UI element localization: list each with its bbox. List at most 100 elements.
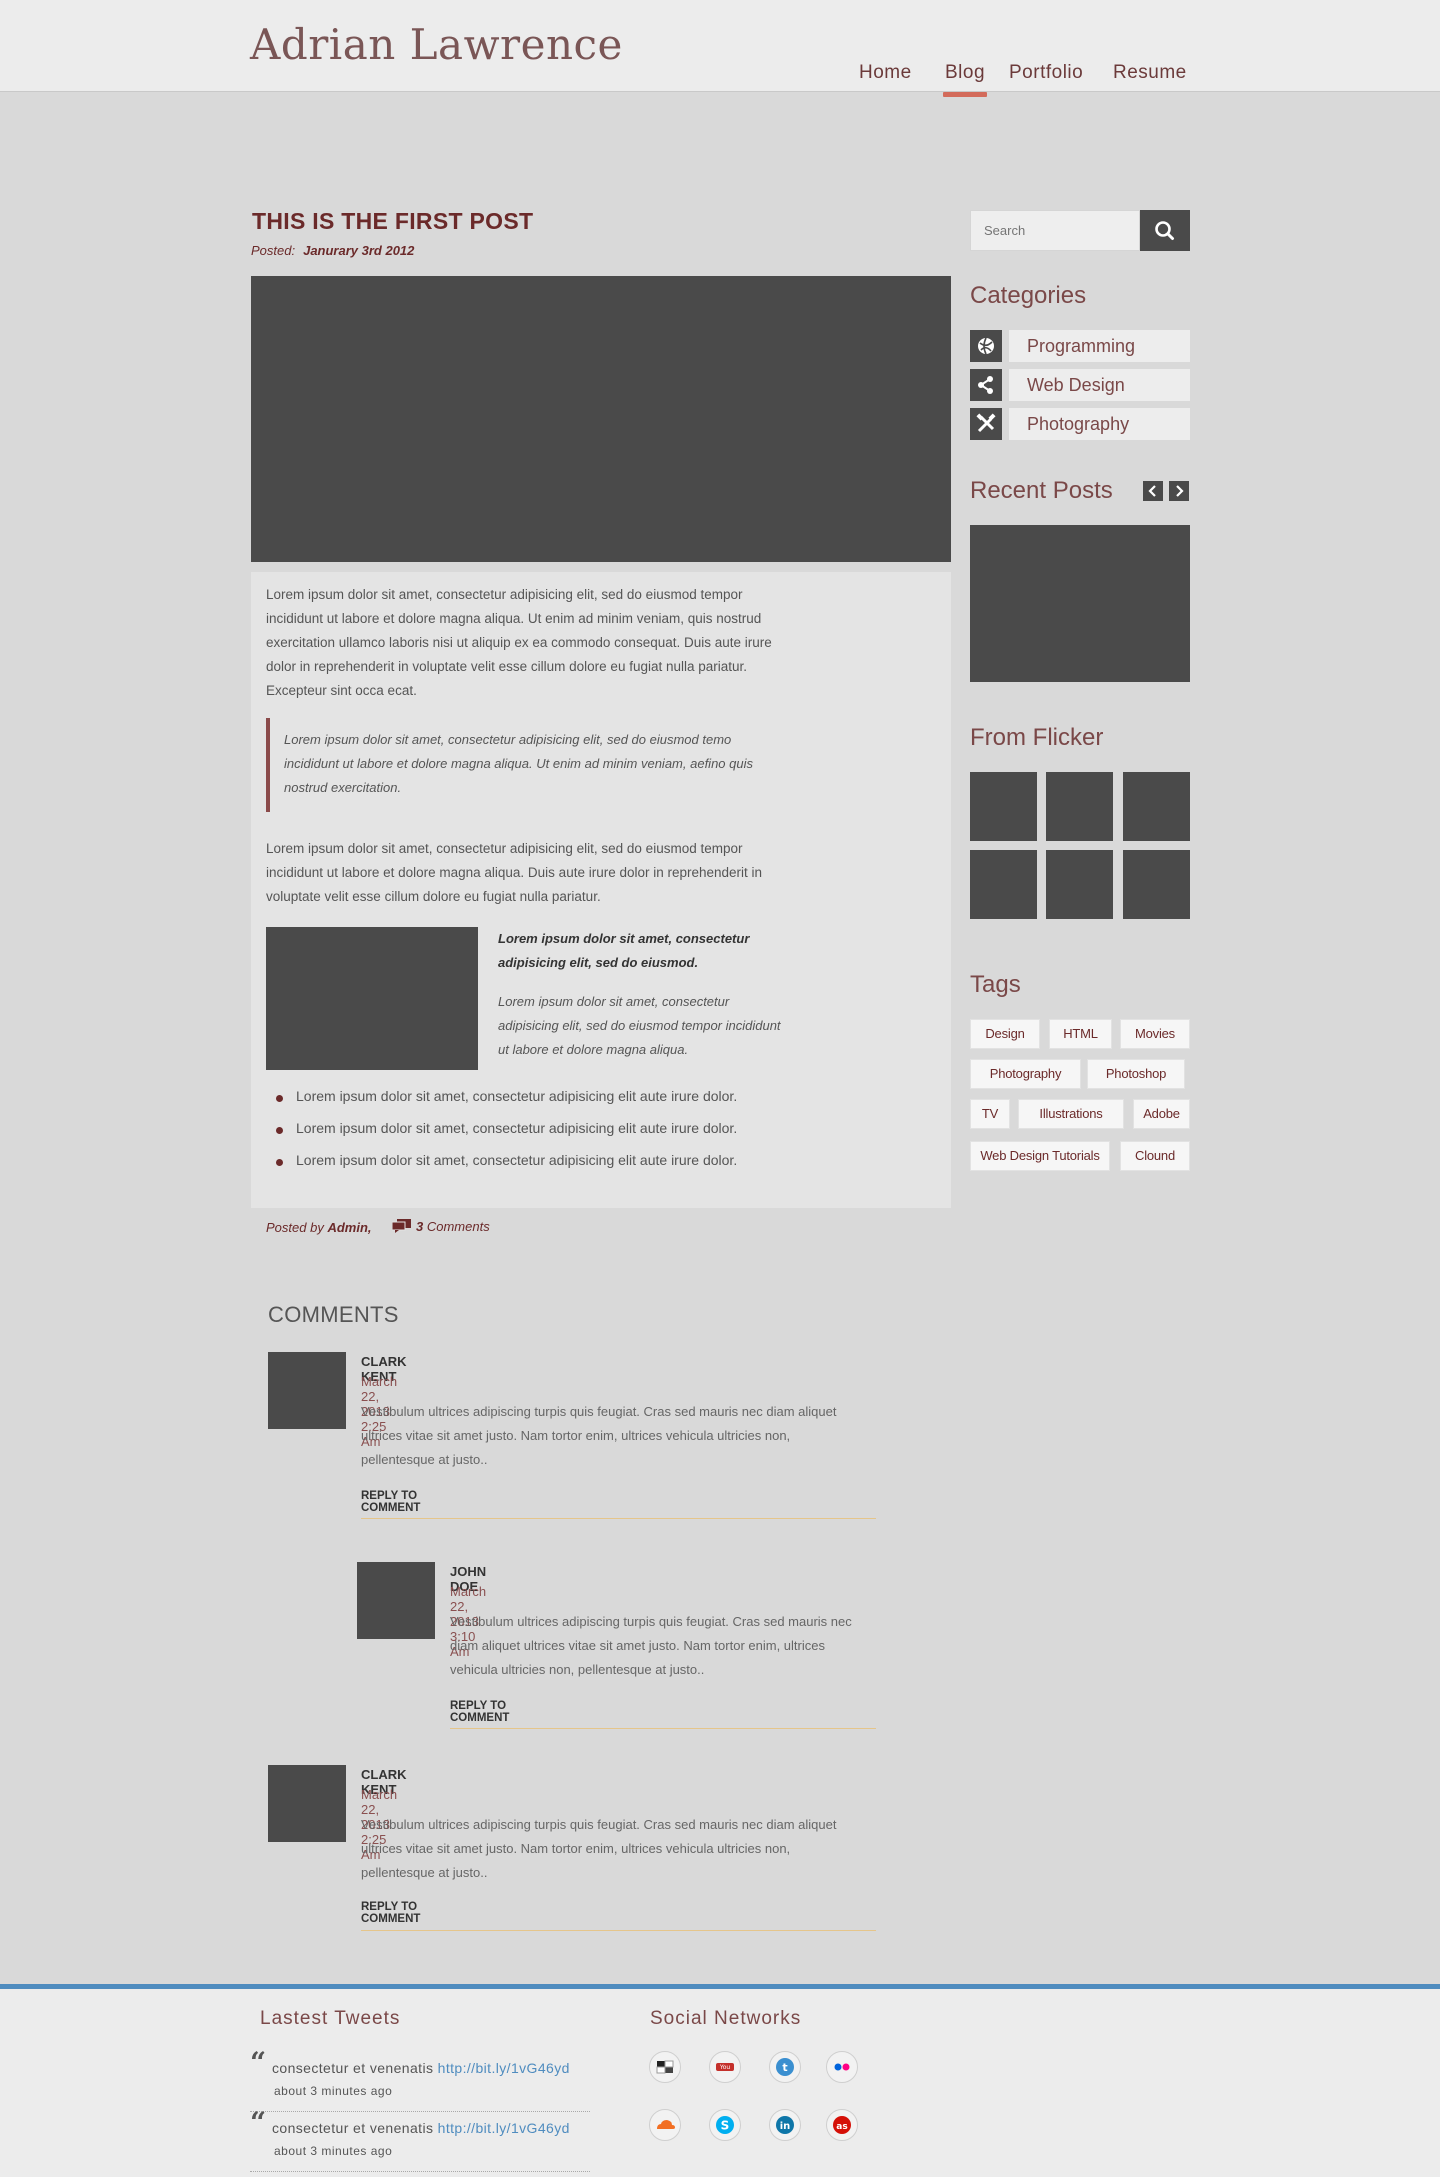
category-web-design[interactable]: Web Design bbox=[1009, 369, 1190, 401]
recent-prev-button[interactable] bbox=[1143, 481, 1163, 501]
comments-word: Comments bbox=[426, 1219, 490, 1234]
category-photography[interactable]: Photography bbox=[1009, 408, 1190, 440]
soundcloud-icon[interactable] bbox=[649, 2109, 681, 2141]
flickr-thumb[interactable] bbox=[1123, 772, 1190, 841]
linkedin-icon[interactable]: in bbox=[769, 2109, 801, 2141]
tag-illustrations[interactable]: Illustrations bbox=[1018, 1099, 1124, 1129]
post-side-bold-text: Lorem ipsum dolor sit amet, consectetur … bbox=[498, 931, 750, 970]
search-button[interactable] bbox=[1140, 210, 1190, 251]
comment-divider bbox=[361, 1930, 876, 1931]
reply-to-comment-button[interactable]: REPLY TO COMMENT bbox=[450, 1700, 509, 1724]
quote-icon: “ bbox=[250, 2046, 267, 2079]
post-side-italic-text: Lorem ipsum dolor sit amet, consectetur … bbox=[498, 994, 781, 1057]
tweet-text: consectetur et venenatis bbox=[272, 2060, 434, 2076]
list-item: Lorem ipsum dolor sit amet, consectetur … bbox=[274, 1120, 737, 1152]
tweet-link[interactable]: http://bit.ly/1vG46yd bbox=[438, 2120, 570, 2136]
post-title[interactable]: THIS IS THE FIRST POST bbox=[252, 208, 533, 235]
recent-next-button[interactable] bbox=[1169, 481, 1189, 501]
tweet-text: consectetur et venenatis bbox=[272, 2120, 434, 2136]
flickr-thumb[interactable] bbox=[970, 850, 1037, 919]
flickr-thumb[interactable] bbox=[970, 772, 1037, 841]
search-input[interactable] bbox=[970, 210, 1140, 251]
nav-resume[interactable]: Resume bbox=[1113, 62, 1187, 84]
comments-icon bbox=[391, 1219, 412, 1233]
tag-adobe[interactable]: Adobe bbox=[1133, 1099, 1190, 1129]
posted-label: Posted: bbox=[251, 243, 296, 258]
list-item: Lorem ipsum dolor sit amet, consectetur … bbox=[274, 1152, 737, 1184]
recent-post-image[interactable] bbox=[970, 525, 1190, 682]
category-programming[interactable]: Programming bbox=[1009, 330, 1190, 362]
skype-icon[interactable]: S bbox=[709, 2109, 741, 2141]
post-hero-image bbox=[251, 276, 951, 562]
site-logo[interactable]: Adrian Lawrence bbox=[250, 20, 623, 69]
site-footer: Lastest Tweets “ consectetur et venenati… bbox=[0, 1984, 1440, 2177]
tweets-title: Lastest Tweets bbox=[260, 2008, 401, 2029]
nav-blog[interactable]: Blog bbox=[942, 62, 988, 97]
nav-home[interactable]: Home bbox=[859, 62, 912, 84]
comment-text: Vestibulum ultrices adipiscing turpis qu… bbox=[450, 1614, 852, 1677]
share-icon bbox=[970, 369, 1002, 401]
youtube-icon[interactable]: You bbox=[709, 2051, 741, 2083]
tag-design[interactable]: Design bbox=[970, 1019, 1040, 1049]
tag-tv[interactable]: TV bbox=[970, 1099, 1010, 1129]
nav-portfolio[interactable]: Portfolio bbox=[1009, 62, 1083, 84]
comments-heading: COMMENTS bbox=[268, 1302, 399, 1327]
post-paragraph-2: Lorem ipsum dolor sit amet, consectetur … bbox=[266, 841, 763, 904]
svg-text:S: S bbox=[721, 2119, 730, 2133]
delicious-icon[interactable] bbox=[649, 2051, 681, 2083]
tag-web-design-tutorials[interactable]: Web Design Tutorials bbox=[970, 1141, 1110, 1171]
reply-to-comment-button[interactable]: REPLY TO COMMENT bbox=[361, 1490, 420, 1514]
flickr-icon[interactable] bbox=[826, 2051, 858, 2083]
svg-text:t: t bbox=[782, 2061, 787, 2074]
comment-text: Vestibulum ultrices adipiscing turpis qu… bbox=[361, 1404, 837, 1467]
tag-photoshop[interactable]: Photoshop bbox=[1087, 1059, 1185, 1089]
tweet-time: about 3 minutes ago bbox=[274, 2084, 393, 2098]
flickr-thumb[interactable] bbox=[1046, 772, 1113, 841]
post-blockquote: Lorem ipsum dolor sit amet, consectetur … bbox=[266, 718, 766, 812]
comments-count: 3 bbox=[416, 1219, 424, 1234]
recent-posts-title: Recent Posts bbox=[970, 477, 1113, 504]
chevron-right-icon bbox=[1176, 485, 1184, 497]
post-inline-image bbox=[266, 927, 478, 1070]
flicker-title: From Flicker bbox=[970, 724, 1104, 751]
search-icon bbox=[1155, 221, 1174, 240]
post-paragraph-1: Lorem ipsum dolor sit amet, consectetur … bbox=[266, 587, 772, 698]
post-author-link[interactable]: Admin, bbox=[327, 1220, 371, 1235]
post-author-line: Posted by Admin, bbox=[266, 1220, 372, 1235]
svg-text:in: in bbox=[780, 2121, 791, 2132]
tag-clound[interactable]: Clound bbox=[1120, 1141, 1190, 1171]
tags-title: Tags bbox=[970, 971, 1021, 998]
tag-photography[interactable]: Photography bbox=[970, 1059, 1081, 1089]
tweet-text-line: consectetur et venenatis http://bit.ly/1… bbox=[272, 2120, 570, 2136]
social-title: Social Networks bbox=[650, 2008, 802, 2029]
flickr-thumb[interactable] bbox=[1046, 850, 1113, 919]
avatar bbox=[357, 1562, 435, 1639]
tweet-item: “ consectetur et venenatis http://bit.ly… bbox=[250, 2106, 590, 2172]
categories-title: Categories bbox=[970, 282, 1087, 309]
comment-divider bbox=[450, 1728, 876, 1729]
tag-html[interactable]: HTML bbox=[1049, 1019, 1112, 1049]
site-header: Adrian Lawrence Home Blog Portfolio Resu… bbox=[0, 0, 1440, 97]
post-bullet-list: Lorem ipsum dolor sit amet, consectetur … bbox=[274, 1088, 737, 1184]
post-date: Janurary 3rd 2012 bbox=[303, 243, 415, 258]
flickr-thumb[interactable] bbox=[1123, 850, 1190, 919]
reply-to-comment-button[interactable]: REPLY TO COMMENT bbox=[361, 1901, 420, 1925]
tweet-time: about 3 minutes ago bbox=[274, 2144, 393, 2158]
tweet-link[interactable]: http://bit.ly/1vG46yd bbox=[438, 2060, 570, 2076]
post-meta: Posted: Janurary 3rd 2012 bbox=[251, 243, 414, 258]
globe-icon bbox=[970, 330, 1002, 362]
lastfm-icon[interactable]: as bbox=[826, 2109, 858, 2141]
tweet-text-line: consectetur et venenatis http://bit.ly/1… bbox=[272, 2060, 570, 2076]
tag-movies[interactable]: Movies bbox=[1120, 1019, 1190, 1049]
avatar bbox=[268, 1765, 346, 1842]
svg-text:You: You bbox=[719, 2064, 731, 2071]
quote-icon: “ bbox=[250, 2106, 267, 2139]
avatar bbox=[268, 1352, 346, 1429]
twitter-icon[interactable]: t bbox=[769, 2051, 801, 2083]
tools-icon bbox=[970, 408, 1002, 440]
chevron-left-icon bbox=[1148, 485, 1156, 497]
list-item: Lorem ipsum dolor sit amet, consectetur … bbox=[274, 1088, 737, 1120]
comment-divider bbox=[361, 1518, 876, 1519]
tweet-item: “ consectetur et venenatis http://bit.ly… bbox=[250, 2046, 590, 2112]
comments-count-link[interactable]: 3 Comments bbox=[391, 1219, 490, 1234]
